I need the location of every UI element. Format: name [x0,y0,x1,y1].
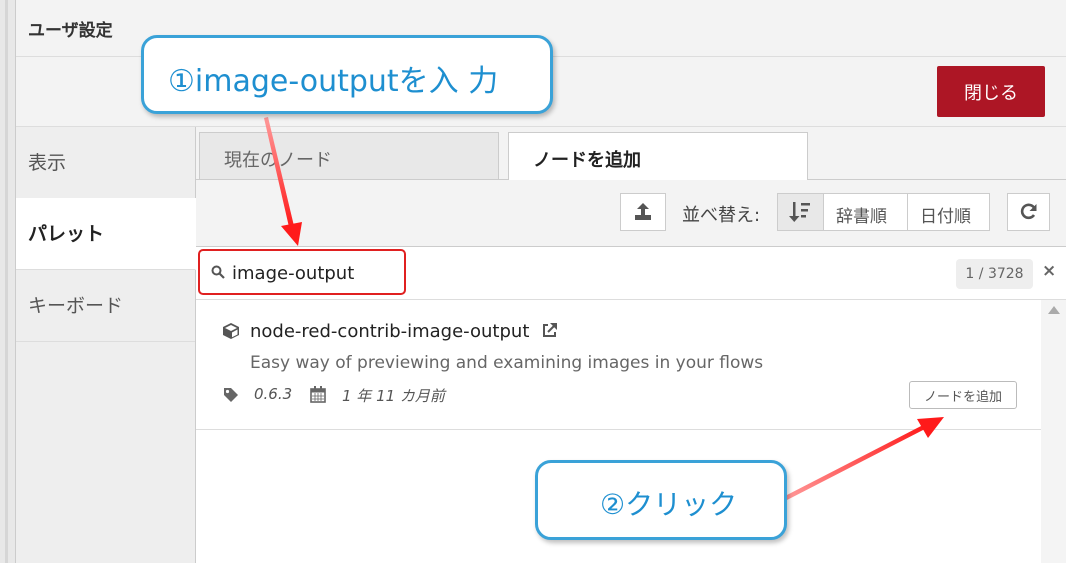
results-scrollbar[interactable] [1041,300,1066,563]
sort-icon [789,202,810,222]
upload-icon [635,203,651,220]
list-item: node-red-contrib-image-output Easy way o… [196,300,1041,430]
dialog-title: ユーザ設定 [28,21,113,41]
package-icon [223,323,239,339]
clear-search-icon[interactable]: × [1042,261,1056,281]
package-version: 0.6.3 [254,385,293,403]
search-row: 1 / 3728 × [196,247,1066,300]
tab-label: 現在のノード [224,150,332,171]
close-button[interactable]: 閉じる [937,66,1045,117]
sidebar-item-label: 表示 [28,152,67,174]
result-count: 1 / 3728 [956,259,1033,289]
install-node-button[interactable]: ノードを追加 [909,381,1017,409]
sort-date-button[interactable]: 日付順 [908,194,990,230]
tab-label: ノードを追加 [533,150,641,171]
sidebar-item-palette[interactable]: パレット [16,198,196,270]
left-edge-strip [0,0,16,563]
sort-date-label: 日付順 [920,207,971,227]
search-input[interactable] [232,261,402,285]
sidebar-item-label: パレット [28,223,105,245]
package-name: node-red-contrib-image-output [250,321,530,342]
search-box [198,249,406,295]
sort-button-group: 辞書順 日付順 [777,193,990,231]
step2-callout: ②クリック [535,460,787,540]
refresh-button[interactable] [1007,193,1050,231]
external-link-icon[interactable] [542,322,558,338]
calendar-icon [310,386,326,403]
package-updated: 1 年 11 カ月前 [342,387,445,405]
sort-relevance-button[interactable] [778,194,824,230]
step1-text: ①image-outputを入 力 [168,64,499,99]
sidebar-item-view[interactable]: 表示 [16,127,195,199]
step2-text: ②クリック [600,488,738,521]
search-icon [211,265,225,279]
sidebar-item-label: キーボード [28,295,124,317]
sort-alphabetical-button[interactable]: 辞書順 [824,194,908,230]
sort-label: 並べ替え: [682,205,761,226]
refresh-icon [1020,203,1037,220]
sort-alphabetical-label: 辞書順 [836,207,887,227]
sidebar-item-keyboard[interactable]: キーボード [16,270,195,342]
tag-icon [224,388,238,402]
tab-install[interactable]: ノードを追加 [508,132,808,180]
settings-sidebar: 表示 パレット キーボード [16,127,196,563]
palette-tabs: 現在のノード ノードを追加 [196,127,1066,180]
package-description: Easy way of previewing and examining ima… [250,353,764,373]
upload-button[interactable] [620,193,666,231]
palette-toolbar: 並べ替え: 辞書順 日付順 [196,180,1066,247]
step1-callout: ①image-outputを入 力 [141,35,553,114]
scroll-up-arrow-icon[interactable] [1048,306,1060,314]
tab-current-nodes[interactable]: 現在のノード [199,132,499,179]
edge-line [5,0,8,563]
